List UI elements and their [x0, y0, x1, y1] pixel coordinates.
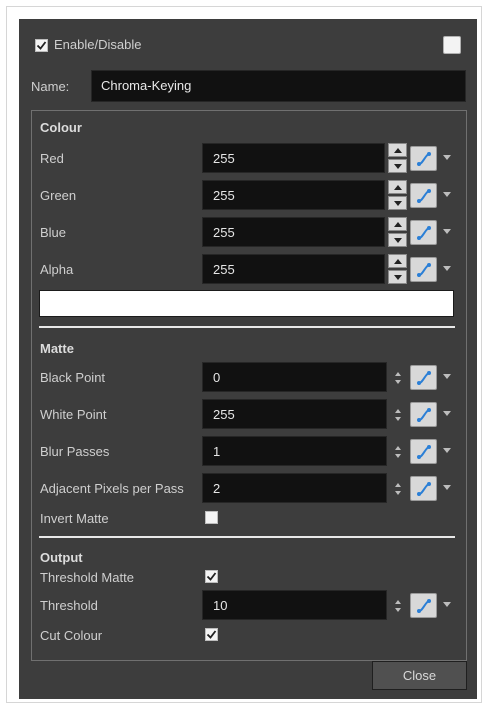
chevron-down-icon[interactable] — [442, 154, 452, 162]
function-curve-icon — [417, 189, 431, 203]
function-curve-icon — [417, 482, 431, 496]
alpha-spinner[interactable] — [388, 254, 407, 284]
blue-label: Blue — [40, 225, 67, 240]
spin-up-button[interactable] — [388, 180, 407, 194]
cut-colour-label: Cut Colour — [40, 628, 103, 643]
threshold-label: Threshold — [40, 598, 98, 613]
spin-arrows-icon[interactable] — [394, 408, 402, 422]
blue-spinner[interactable] — [388, 217, 407, 247]
colour-section-title: Colour — [40, 120, 82, 135]
adjacent-pixels-label: Adjacent Pixels per Pass — [40, 481, 184, 496]
spin-up-button[interactable] — [388, 143, 407, 157]
spin-arrows-icon[interactable] — [394, 599, 402, 613]
alpha-input[interactable]: 255 — [202, 254, 385, 284]
alpha-label: Alpha — [40, 262, 74, 277]
spin-arrows-icon[interactable] — [394, 445, 402, 459]
matte-section-title: Matte — [40, 341, 74, 356]
chevron-down-icon[interactable] — [442, 265, 452, 273]
blue-input[interactable]: 255 — [202, 217, 385, 247]
chevron-down-icon[interactable] — [442, 228, 452, 236]
section-divider — [39, 536, 455, 538]
white-point-function-button[interactable] — [410, 402, 437, 427]
green-label: Green — [40, 188, 77, 203]
close-button[interactable]: Close — [372, 661, 467, 690]
function-curve-icon — [417, 226, 431, 240]
invert-matte-label: Invert Matte — [40, 511, 109, 526]
red-spinner[interactable] — [388, 143, 407, 173]
spin-down-button[interactable] — [388, 196, 407, 210]
chevron-down-icon[interactable] — [442, 191, 452, 199]
spin-down-button[interactable] — [388, 159, 407, 173]
green-spinner[interactable] — [388, 180, 407, 210]
red-function-button[interactable] — [410, 146, 437, 171]
green-input[interactable]: 255 — [202, 180, 385, 210]
threshold-input[interactable]: 10 — [202, 590, 387, 620]
spin-up-button[interactable] — [388, 254, 407, 268]
chevron-down-icon[interactable] — [442, 601, 452, 609]
blur-passes-input[interactable]: 1 — [202, 436, 387, 466]
spin-arrows-icon[interactable] — [394, 371, 402, 385]
output-section-title: Output — [40, 550, 83, 565]
cut-colour-checkbox[interactable] — [205, 628, 218, 641]
chevron-down-icon[interactable] — [442, 410, 452, 418]
white-point-label: White Point — [40, 407, 107, 422]
threshold-matte-label: Threshold Matte — [40, 570, 134, 585]
section-divider — [39, 326, 455, 328]
blur-passes-label: Blur Passes — [40, 444, 110, 459]
name-label: Name: — [31, 79, 70, 94]
chevron-down-icon[interactable] — [442, 373, 452, 381]
red-input[interactable]: 255 — [202, 143, 385, 173]
black-point-input[interactable]: 0 — [202, 362, 387, 392]
threshold-function-button[interactable] — [410, 593, 437, 618]
red-label: Red — [40, 151, 64, 166]
function-curve-icon — [417, 263, 431, 277]
blue-function-button[interactable] — [410, 220, 437, 245]
white-point-input[interactable]: 255 — [202, 399, 387, 429]
alpha-function-button[interactable] — [410, 257, 437, 282]
function-curve-icon — [417, 599, 431, 613]
adjacent-pixels-input[interactable]: 2 — [202, 473, 387, 503]
function-curve-icon — [417, 152, 431, 166]
spin-down-button[interactable] — [388, 233, 407, 247]
color-swatch-button[interactable] — [443, 36, 461, 54]
black-point-function-button[interactable] — [410, 365, 437, 390]
enable-disable-checkbox[interactable] — [35, 39, 48, 52]
blur-passes-function-button[interactable] — [410, 439, 437, 464]
function-curve-icon — [417, 445, 431, 459]
colour-swatch[interactable] — [39, 290, 454, 317]
function-curve-icon — [417, 408, 431, 422]
name-input[interactable]: Chroma-Keying — [91, 70, 466, 102]
chevron-down-icon[interactable] — [442, 447, 452, 455]
threshold-matte-checkbox[interactable] — [205, 570, 218, 583]
black-point-label: Black Point — [40, 370, 106, 385]
spin-up-button[interactable] — [388, 217, 407, 231]
green-function-button[interactable] — [410, 183, 437, 208]
spin-arrows-icon[interactable] — [394, 482, 402, 496]
chevron-down-icon[interactable] — [442, 484, 452, 492]
chroma-keying-dialog: Enable/Disable Name: Chroma-Keying Colou… — [19, 19, 477, 699]
adjacent-pixels-function-button[interactable] — [410, 476, 437, 501]
function-curve-icon — [417, 371, 431, 385]
enable-disable-label: Enable/Disable — [54, 37, 142, 52]
spin-down-button[interactable] — [388, 270, 407, 284]
invert-matte-checkbox[interactable] — [205, 511, 218, 524]
